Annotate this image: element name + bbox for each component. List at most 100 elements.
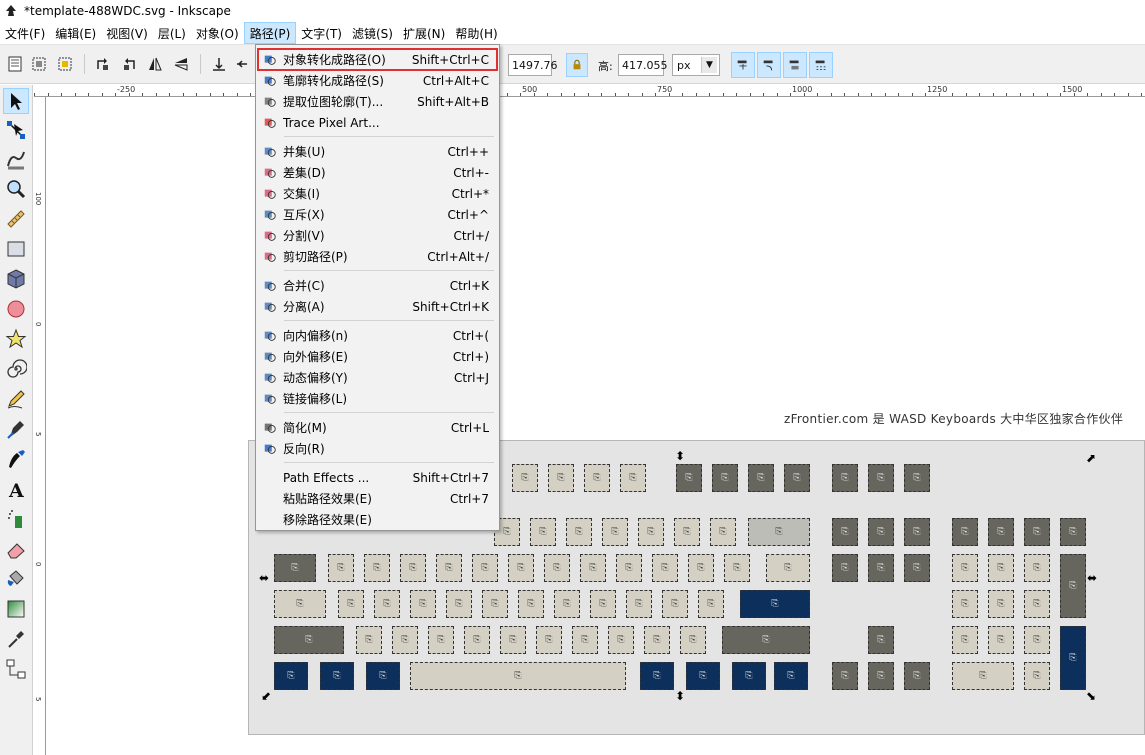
scale-handle-left[interactable]: ⬌	[259, 572, 269, 584]
keycap[interactable]: ⎘	[686, 662, 720, 690]
scale-handle-bottom-left[interactable]: ⬋	[261, 690, 271, 702]
keycap[interactable]: ⎘	[988, 554, 1014, 582]
path-menu-item[interactable]: 合并(C) Ctrl+K	[258, 275, 497, 296]
keycap[interactable]: ⎘	[638, 518, 664, 546]
path-menu-item[interactable]: Path Effects ... Shift+Ctrl+7	[258, 467, 497, 488]
rotate-ccw-icon[interactable]	[92, 53, 114, 75]
transform-patterns-icon[interactable]	[809, 52, 833, 78]
pencil-tool-icon[interactable]	[3, 386, 29, 412]
dropper-tool-icon[interactable]	[3, 626, 29, 652]
path-menu-item[interactable]: 笔廓转化成路径(S) Ctrl+Alt+C	[258, 70, 497, 91]
raise-icon[interactable]	[232, 53, 254, 75]
keycap[interactable]: ⎘	[988, 590, 1014, 618]
unit-select[interactable]: px ▼	[672, 54, 720, 76]
keycap[interactable]: ⎘	[832, 554, 858, 582]
menu-item-3[interactable]: 层(L)	[153, 22, 191, 44]
calligraphy-tool-icon[interactable]	[3, 446, 29, 472]
keycap[interactable]: ⎘	[602, 518, 628, 546]
node-tool-icon[interactable]	[3, 117, 29, 143]
keycap[interactable]: ⎘	[952, 626, 978, 654]
keycap[interactable]: ⎘	[652, 554, 678, 582]
keycap[interactable]: ⎘	[566, 518, 592, 546]
keycap[interactable]: ⎘	[988, 518, 1014, 546]
keycap[interactable]: ⎘	[410, 662, 626, 690]
keycap[interactable]: ⎘	[410, 590, 436, 618]
keycap[interactable]: ⎘	[784, 464, 810, 492]
scale-handle-top-right[interactable]: ⬈	[1086, 452, 1096, 464]
path-menu-item[interactable]: 剪切路径(P) Ctrl+Alt+/	[258, 246, 497, 267]
menu-item-9[interactable]: 帮助(H)	[450, 22, 502, 44]
keycap[interactable]: ⎘	[952, 554, 978, 582]
keycap[interactable]: ⎘	[572, 626, 598, 654]
menu-item-2[interactable]: 视图(V)	[101, 22, 153, 44]
gradient-tool-icon[interactable]	[3, 596, 29, 622]
keycap[interactable]: ⎘	[952, 662, 1014, 690]
selector-tool-icon[interactable]	[3, 88, 29, 114]
flip-horizontal-icon[interactable]	[144, 53, 166, 75]
keycap[interactable]: ⎘	[1060, 518, 1086, 546]
select-all-layers-icon[interactable]	[28, 53, 50, 75]
keycap[interactable]: ⎘	[626, 590, 652, 618]
pen-tool-icon[interactable]	[3, 416, 29, 442]
spray-tool-icon[interactable]	[3, 506, 29, 532]
menu-item-7[interactable]: 滤镜(S)	[347, 22, 398, 44]
transform-corners-icon[interactable]	[757, 52, 781, 78]
keycap[interactable]: ⎘	[868, 518, 894, 546]
keycap[interactable]: ⎘	[1060, 554, 1086, 618]
keycap[interactable]: ⎘	[740, 590, 810, 618]
keycap[interactable]: ⎘	[274, 590, 326, 618]
path-menu-item[interactable]: 向外偏移(E) Ctrl+)	[258, 346, 497, 367]
keycap[interactable]: ⎘	[356, 626, 382, 654]
keycap[interactable]: ⎘	[374, 590, 400, 618]
measure-tool-icon[interactable]	[3, 206, 29, 232]
keycap[interactable]: ⎘	[620, 464, 646, 492]
keycap[interactable]: ⎘	[392, 626, 418, 654]
keycap[interactable]: ⎘	[1024, 554, 1050, 582]
keycap[interactable]: ⎘	[364, 554, 390, 582]
keycap[interactable]: ⎘	[640, 662, 674, 690]
menu-item-1[interactable]: 编辑(E)	[50, 22, 101, 44]
keycap[interactable]: ⎘	[904, 554, 930, 582]
keycap[interactable]: ⎘	[766, 554, 810, 582]
keycap[interactable]: ⎘	[580, 554, 606, 582]
keycap[interactable]: ⎘	[472, 554, 498, 582]
keycap[interactable]: ⎘	[548, 464, 574, 492]
menu-item-8[interactable]: 扩展(N)	[398, 22, 450, 44]
keycap[interactable]: ⎘	[608, 626, 634, 654]
path-menu-item[interactable]: 简化(M) Ctrl+L	[258, 417, 497, 438]
transform-stroke-icon[interactable]	[731, 52, 755, 78]
keycap[interactable]: ⎘	[1024, 590, 1050, 618]
keycap[interactable]: ⎘	[1060, 626, 1086, 690]
path-menu-item[interactable]: 互斥(X) Ctrl+^	[258, 204, 497, 225]
keycap[interactable]: ⎘	[748, 464, 774, 492]
scale-handle-bottom-right[interactable]: ⬊	[1086, 690, 1096, 702]
scale-handle-top[interactable]: ⬍	[675, 450, 685, 462]
keycap[interactable]: ⎘	[512, 464, 538, 492]
keycap[interactable]: ⎘	[1024, 518, 1050, 546]
keycap[interactable]: ⎘	[832, 662, 858, 690]
keycap[interactable]: ⎘	[868, 662, 894, 690]
keycap[interactable]: ⎘	[662, 590, 688, 618]
path-menu-item[interactable]: 对象转化成路径(O) Shift+Ctrl+C	[257, 48, 498, 71]
keycap[interactable]: ⎘	[952, 518, 978, 546]
keycap[interactable]: ⎘	[436, 554, 462, 582]
keycap[interactable]: ⎘	[724, 554, 750, 582]
path-menu-item[interactable]: 粘贴路径效果(E) Ctrl+7	[258, 488, 497, 509]
keycap[interactable]: ⎘	[680, 626, 706, 654]
menu-item-0[interactable]: 文件(F)	[0, 22, 50, 44]
keycap[interactable]: ⎘	[688, 554, 714, 582]
keycap[interactable]: ⎘	[712, 464, 738, 492]
menu-item-6[interactable]: 文字(T)	[296, 22, 347, 44]
flip-vertical-icon[interactable]	[170, 53, 192, 75]
scale-handle-right[interactable]: ⬌	[1087, 572, 1097, 584]
zoom-tool-icon[interactable]	[3, 176, 29, 202]
keycap[interactable]: ⎘	[904, 464, 930, 492]
keycap[interactable]: ⎘	[338, 590, 364, 618]
menu-item-4[interactable]: 对象(O)	[191, 22, 244, 44]
keycap[interactable]: ⎘	[868, 626, 894, 654]
path-menu-item[interactable]: Trace Pixel Art...	[258, 112, 497, 133]
keycap[interactable]: ⎘	[544, 554, 570, 582]
keycap[interactable]: ⎘	[536, 626, 562, 654]
path-menu-item[interactable]: 提取位图轮廓(T)... Shift+Alt+B	[258, 91, 497, 112]
height-field[interactable]: 417.055	[618, 54, 668, 76]
